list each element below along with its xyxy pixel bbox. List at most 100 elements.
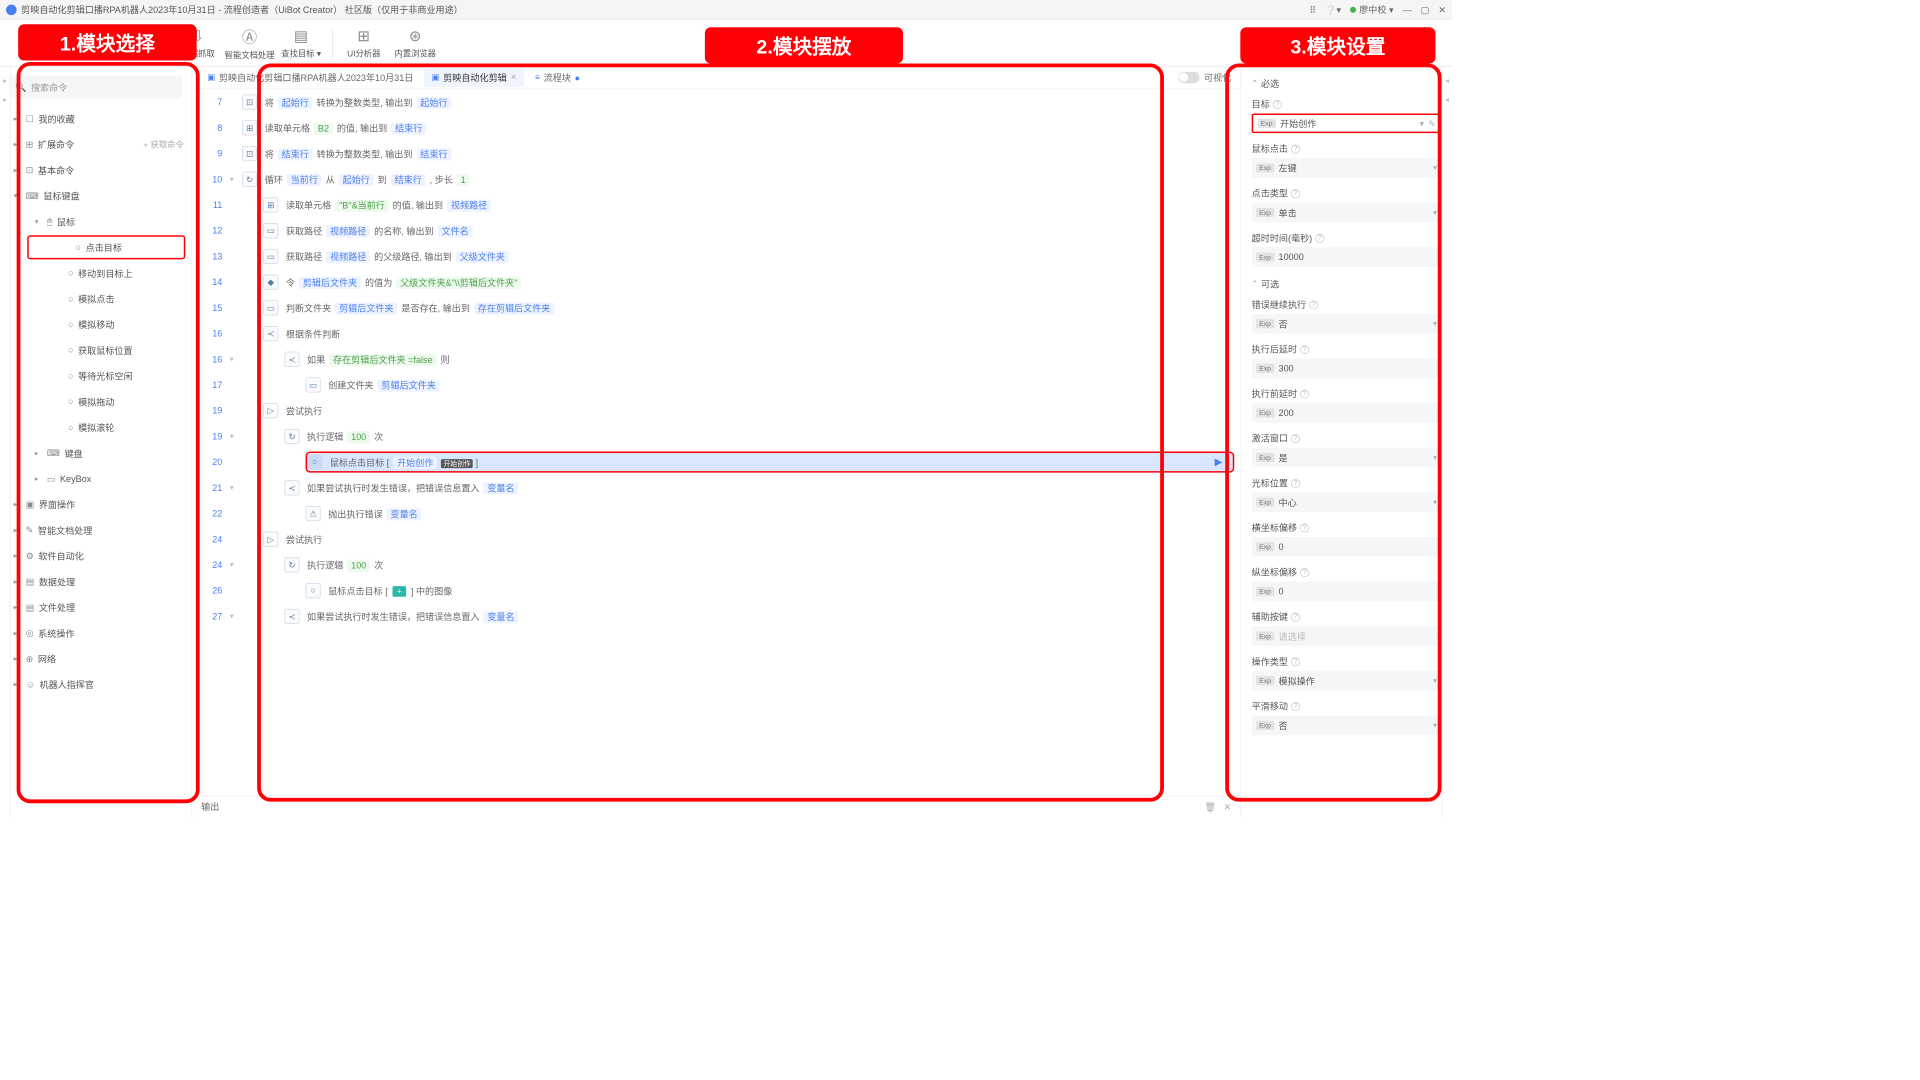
- maximize-icon[interactable]: ▢: [1421, 4, 1430, 15]
- close-output-icon[interactable]: ✕: [1224, 801, 1232, 812]
- tree-item-网络[interactable]: ▸⊕网络: [0, 646, 191, 672]
- help-icon[interactable]: ?: [1291, 701, 1300, 710]
- code-line[interactable]: 24▾↻执行逻辑 100 次: [203, 552, 1241, 578]
- toolbar-智能文档处理[interactable]: Ⓐ智能文档处理: [225, 22, 275, 63]
- help-icon[interactable]: ?: [1291, 478, 1300, 487]
- fold-icon[interactable]: ▾: [230, 484, 242, 492]
- tree-item-软件自动化[interactable]: ▸⚙软件自动化: [0, 543, 191, 569]
- apps-icon[interactable]: ⠿: [1309, 4, 1316, 15]
- fold-icon[interactable]: ▾: [230, 432, 242, 440]
- code-line[interactable]: 24▷尝试执行: [203, 526, 1241, 552]
- tree-item-键盘[interactable]: ▸⌨键盘: [0, 440, 191, 466]
- tree-item-基本命令[interactable]: ▸⊡基本命令: [0, 157, 191, 183]
- tree-item-模拟移动[interactable]: ○模拟移动: [0, 312, 191, 338]
- code-area[interactable]: 7⊡将 起始行 转换为整数类型, 输出到 起始行8⊞读取单元格 B2 的值, 输…: [192, 89, 1240, 795]
- code-line[interactable]: 8⊞读取单元格 B2 的值, 输出到 结束行: [203, 115, 1241, 141]
- tree-item-我的收藏[interactable]: ▸☐我的收藏: [0, 106, 191, 132]
- prop-input[interactable]: Exp单击▾: [1252, 203, 1442, 223]
- search-input[interactable]: 🔍 搜索命令: [9, 76, 182, 99]
- code-line[interactable]: 16▾≺如果 存在剪辑后文件夹 =false 则: [203, 346, 1241, 372]
- prop-input[interactable]: Exp0: [1252, 537, 1442, 557]
- section-head[interactable]: ⌃必选: [1241, 73, 1452, 95]
- prop-input[interactable]: Exp否▾: [1252, 715, 1442, 735]
- prop-input[interactable]: Exp是▾: [1252, 448, 1442, 468]
- tab-close-icon[interactable]: ✕: [511, 73, 517, 81]
- fold-icon[interactable]: ▾: [230, 612, 242, 620]
- fold-icon[interactable]: ▾: [230, 175, 242, 183]
- code-line[interactable]: 9⊡将 结束行 转换为整数类型, 输出到 结束行: [203, 141, 1241, 167]
- code-line[interactable]: 15▭判断文件夹 剪辑后文件夹 是否存在, 输出到 存在剪辑后文件夹: [203, 295, 1241, 321]
- tree-item-点击目标[interactable]: ○点击目标: [27, 235, 185, 259]
- code-line[interactable]: 11⊞读取单元格 "B"&当前行 的值, 输出到 视频路径: [203, 192, 1241, 218]
- tree-item-文件处理[interactable]: ▸▤文件处理: [0, 594, 191, 620]
- code-line[interactable]: 14◆令 剪辑后文件夹 的值为 父级文件夹&"\\剪辑后文件夹": [203, 269, 1241, 295]
- tree-item-界面操作[interactable]: ▸▣界面操作: [0, 492, 191, 518]
- tree-item-鼠标[interactable]: ▾🖱鼠标: [0, 209, 191, 235]
- switch-icon[interactable]: [1178, 72, 1199, 83]
- help-icon[interactable]: ?: [1315, 233, 1324, 242]
- tree-item-系统操作[interactable]: ▸◎系统操作: [0, 620, 191, 646]
- tree-item-数据处理[interactable]: ▸▤数据处理: [0, 569, 191, 595]
- code-line[interactable]: 16≺根据条件判断: [203, 321, 1241, 347]
- help-icon[interactable]: ?: [1291, 612, 1300, 621]
- tab-剪映自动化剪辑口播RPA机器人2023年10月31日[interactable]: ▣剪映自动化剪辑口播RPA机器人2023年10月31日: [200, 68, 421, 87]
- help-icon[interactable]: ?: [1273, 99, 1282, 108]
- help-icon[interactable]: ?: [1300, 523, 1309, 532]
- dropdown-icon[interactable]: ▾: [1433, 721, 1437, 729]
- edit-icon[interactable]: ✎: [1428, 118, 1435, 128]
- tab-剪映自动化剪辑[interactable]: ▣剪映自动化剪辑✕: [424, 68, 524, 87]
- help-icon[interactable]: ?: [1300, 389, 1309, 398]
- toolbar-查找目标 ▾[interactable]: ▤查找目标 ▾: [276, 22, 326, 63]
- dropdown-icon[interactable]: ▾: [1433, 498, 1437, 506]
- dropdown-icon[interactable]: ▾: [1433, 164, 1437, 172]
- dropdown-icon[interactable]: ▾: [1420, 118, 1424, 128]
- play-icon[interactable]: ▶: [1215, 456, 1223, 468]
- tree-item-移动到目标上[interactable]: ○移动到目标上: [0, 260, 191, 286]
- help-icon[interactable]: ?: [1300, 568, 1309, 577]
- tree-item-KeyBox[interactable]: ▸▭KeyBox: [0, 466, 191, 492]
- code-line[interactable]: 13▭获取路径 视频路径 的父级路径, 输出到 父级文件夹: [203, 244, 1241, 270]
- code-line[interactable]: 26○鼠标点击目标 [ + ] 中的图像: [203, 578, 1241, 604]
- prop-input[interactable]: Exp300: [1252, 358, 1442, 378]
- code-line[interactable]: 22⚠抛出执行错误 变量名: [203, 501, 1241, 527]
- help-icon[interactable]: ?: [1309, 300, 1318, 309]
- trash-icon[interactable]: 🗑: [1205, 801, 1217, 812]
- close-icon[interactable]: ✕: [1438, 4, 1446, 15]
- tree-item-模拟点击[interactable]: ○模拟点击: [0, 286, 191, 312]
- tree-item-扩展命令[interactable]: ▸⊞扩展命令+ 获取命令: [0, 132, 191, 158]
- prop-input[interactable]: Exp10000: [1252, 247, 1442, 267]
- fold-icon[interactable]: ▾: [230, 561, 242, 569]
- prop-input[interactable]: Exp请选择: [1252, 626, 1442, 646]
- help-icon[interactable]: ?: [1291, 189, 1300, 198]
- tree-item-获取鼠标位置[interactable]: ○获取鼠标位置: [0, 337, 191, 363]
- code-line[interactable]: 20○鼠标点击目标 [ 开始创作 开始创作 ]▶: [203, 449, 1241, 475]
- tree-item-鼠标键盘[interactable]: ▾⌨鼠标键盘: [0, 183, 191, 209]
- dropdown-icon[interactable]: ▾: [1433, 208, 1437, 216]
- tree-item-模拟拖动[interactable]: ○模拟拖动: [0, 389, 191, 415]
- help-icon[interactable]: ?: [1291, 434, 1300, 443]
- fold-icon[interactable]: ▾: [230, 355, 242, 363]
- prop-input[interactable]: Exp左键▾: [1252, 158, 1442, 178]
- help-icon[interactable]: ?: [1291, 144, 1300, 153]
- dropdown-icon[interactable]: ▾: [1433, 677, 1437, 685]
- user-status[interactable]: 廖中校 ▾: [1350, 3, 1393, 16]
- prop-input[interactable]: Exp开始创作▾✎: [1252, 113, 1442, 133]
- help-icon[interactable]: ❔▾: [1325, 4, 1341, 15]
- prop-input[interactable]: Exp否▾: [1252, 314, 1442, 334]
- code-line[interactable]: 17▭创建文件夹 剪辑后文件夹: [203, 372, 1241, 398]
- prop-input[interactable]: Exp中心▾: [1252, 492, 1442, 512]
- code-line[interactable]: 21▾≺如果尝试执行时发生错误，把错误信息置入 变量名: [203, 475, 1241, 501]
- code-line[interactable]: 10▾↻循环 当前行 从 起始行 到 结束行 , 步长 1: [203, 166, 1241, 192]
- code-line[interactable]: 7⊡将 起始行 转换为整数类型, 输出到 起始行: [203, 89, 1241, 115]
- tab-流程块[interactable]: ≡流程块●: [527, 68, 587, 87]
- prop-input[interactable]: Exp200: [1252, 403, 1442, 423]
- prop-input[interactable]: Exp模拟操作▾: [1252, 671, 1442, 691]
- code-line[interactable]: 12▭获取路径 视频路径 的名称, 输出到 文件名: [203, 218, 1241, 244]
- code-line[interactable]: 19▾↻执行逻辑 100 次: [203, 424, 1241, 450]
- help-icon[interactable]: ?: [1291, 657, 1300, 666]
- prop-input[interactable]: Exp0: [1252, 582, 1442, 602]
- tree-item-模拟滚轮[interactable]: ○模拟滚轮: [0, 414, 191, 440]
- tree-item-等待光标空闲[interactable]: ○等待光标空闲: [0, 363, 191, 389]
- tree-side-action[interactable]: + 获取命令: [143, 138, 183, 150]
- help-icon[interactable]: ?: [1300, 344, 1309, 353]
